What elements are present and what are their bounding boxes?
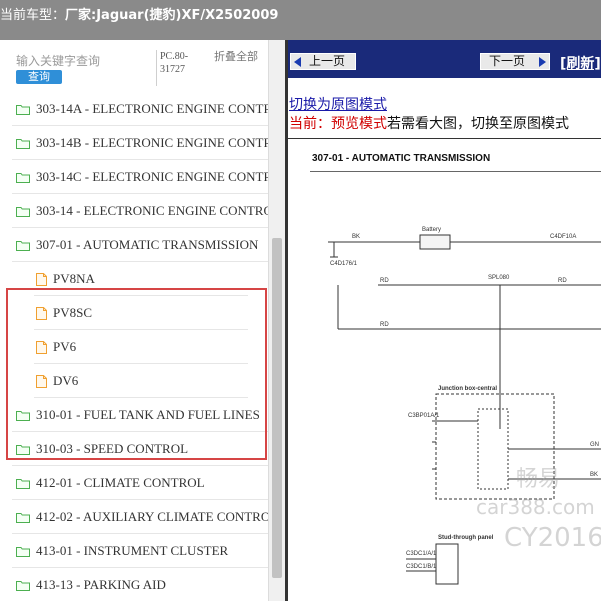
folder-icon	[16, 512, 30, 523]
tree-folder-item[interactable]: 303-14C - ELECTRONIC ENGINE CONTROLS	[16, 160, 268, 194]
scrollbar-thumb[interactable]	[272, 238, 282, 578]
next-page-button[interactable]: 下一页	[480, 53, 550, 70]
diagram-label-c3dc1a: C3DC1/A/1	[406, 551, 437, 557]
diagram-label-c3dc1b: C3DC1/B/1	[406, 564, 437, 570]
folder-icon	[16, 104, 30, 115]
nav-bar: 上一页 下一页 [刷新]	[288, 40, 601, 78]
tree-item-label: PV8NA	[53, 271, 95, 286]
collapse-all-button[interactable]: 折叠全部	[214, 50, 260, 86]
watermark-brand: 畅易	[516, 467, 561, 492]
search-bar: 查询 PC.80-31727 折叠全部	[0, 40, 285, 92]
tree-item-label: 307-01 - AUTOMATIC TRANSMISSION	[36, 237, 259, 252]
wiring-diagram[interactable]: 307-01 - AUTOMATIC TRANSMISSION Battery …	[288, 138, 601, 601]
diagram-label-c4df10a: C4DF10A	[550, 234, 576, 240]
watermark-site: car388.com	[476, 495, 595, 519]
next-page-label: 下一页	[489, 54, 526, 68]
diagram-label-battery: Battery	[422, 227, 441, 233]
tree-item-label: 303-14A - ELECTRONIC ENGINE CONTROLS	[36, 101, 268, 116]
tree-view: 303-14A - ELECTRONIC ENGINE CONTROLS 303-…	[0, 92, 268, 601]
prev-page-button[interactable]: 上一页	[290, 53, 356, 70]
tree-item-label: 303-14C - ELECTRONIC ENGINE CONTROLS	[36, 169, 268, 184]
diagram-label-gn: GN	[590, 442, 599, 448]
diagram-label-rd2: RD	[558, 278, 567, 284]
model-label: 当前车型：	[0, 8, 66, 23]
diagram-label-rd1: RD	[380, 278, 389, 284]
tree-folder-item[interactable]: 413-01 - INSTRUMENT CLUSTER	[16, 534, 268, 568]
diagram-label-junction: Junction box-central	[438, 386, 497, 392]
prev-page-label: 上一页	[309, 54, 346, 68]
current-mode-text: 当前：预览模式若需看大图，切换至原图模式	[289, 113, 569, 133]
tree-folder-item[interactable]: 413-13 - PARKING AID	[16, 568, 268, 601]
tree-folder-item[interactable]: 412-02 - AUXILIARY CLIMATE CONTROL	[16, 500, 268, 534]
diagram-label-bk2: BK	[590, 472, 598, 478]
folder-icon	[16, 206, 30, 217]
left-panel: 查询 PC.80-31727 折叠全部 303-14A - ELECTRONIC…	[0, 40, 285, 601]
title-bar: 当前车型：厂家:Jaguar(捷豹)XF/X2502009	[0, 0, 601, 40]
refresh-link[interactable]: [刷新]	[560, 53, 601, 73]
tree-item-label: 412-01 - CLIMATE CONTROL	[36, 475, 205, 490]
selection-highlight	[6, 288, 267, 460]
folder-icon	[16, 138, 30, 149]
search-input[interactable]	[14, 52, 152, 70]
watermark-code: CY2016	[504, 523, 601, 553]
right-panel: 上一页 下一页 [刷新] 切换为原图模式 当前：预览模式若需看大图，切换至原图模…	[288, 40, 601, 601]
diagram-label-spl: SPL080	[488, 275, 510, 281]
folder-icon	[16, 580, 30, 591]
diagram-label-c3bp01a: C3BP01A/1	[408, 413, 440, 419]
arrow-right-icon	[539, 57, 546, 67]
tree-folder-selected[interactable]: 307-01 - AUTOMATIC TRANSMISSION	[16, 228, 268, 262]
model-value: 厂家:Jaguar(捷豹)XF/X2502009	[65, 8, 279, 23]
tree-folder-item[interactable]: 303-14A - ELECTRONIC ENGINE CONTROLS	[16, 92, 268, 126]
current-label: 当前：	[289, 116, 331, 132]
tree-item-label: 303-14B - ELECTRONIC ENGINE CONTROLS	[36, 135, 268, 150]
folder-icon	[16, 478, 30, 489]
preview-mode-label: 预览模式	[331, 116, 387, 132]
folder-icon	[16, 546, 30, 557]
search-button[interactable]: 查询	[16, 70, 62, 84]
tree-folder-item[interactable]: 303-14B - ELECTRONIC ENGINE CONTROLS	[16, 126, 268, 160]
mode-hint: 若需看大图，切换至原图模式	[387, 116, 569, 132]
version-label: PC.80-31727	[156, 50, 206, 86]
switch-original-mode-link[interactable]: 切换为原图模式	[289, 94, 387, 114]
tree-item-label: 412-02 - AUXILIARY CLIMATE CONTROL	[36, 509, 268, 524]
tree-folder-item[interactable]: 303-14 - ELECTRONIC ENGINE CONTROLS	[16, 194, 268, 228]
tree-item-label: 413-13 - PARKING AID	[36, 577, 166, 592]
file-icon	[36, 272, 47, 286]
diagram-label-rd3: RD	[380, 322, 389, 328]
folder-icon	[16, 172, 30, 183]
folder-icon	[16, 240, 30, 251]
tree-item-label: 413-01 - INSTRUMENT CLUSTER	[36, 543, 229, 558]
tree-item-label: 303-14 - ELECTRONIC ENGINE CONTROLS	[36, 203, 268, 218]
diagram-label-c4d176: C4D176/1	[330, 261, 358, 267]
diagram-label-bk: BK	[352, 234, 360, 240]
diagram-label-stud: Stud-through panel	[438, 535, 494, 541]
arrow-left-icon	[294, 57, 301, 67]
tree-folder-item[interactable]: 412-01 - CLIMATE CONTROL	[16, 466, 268, 500]
